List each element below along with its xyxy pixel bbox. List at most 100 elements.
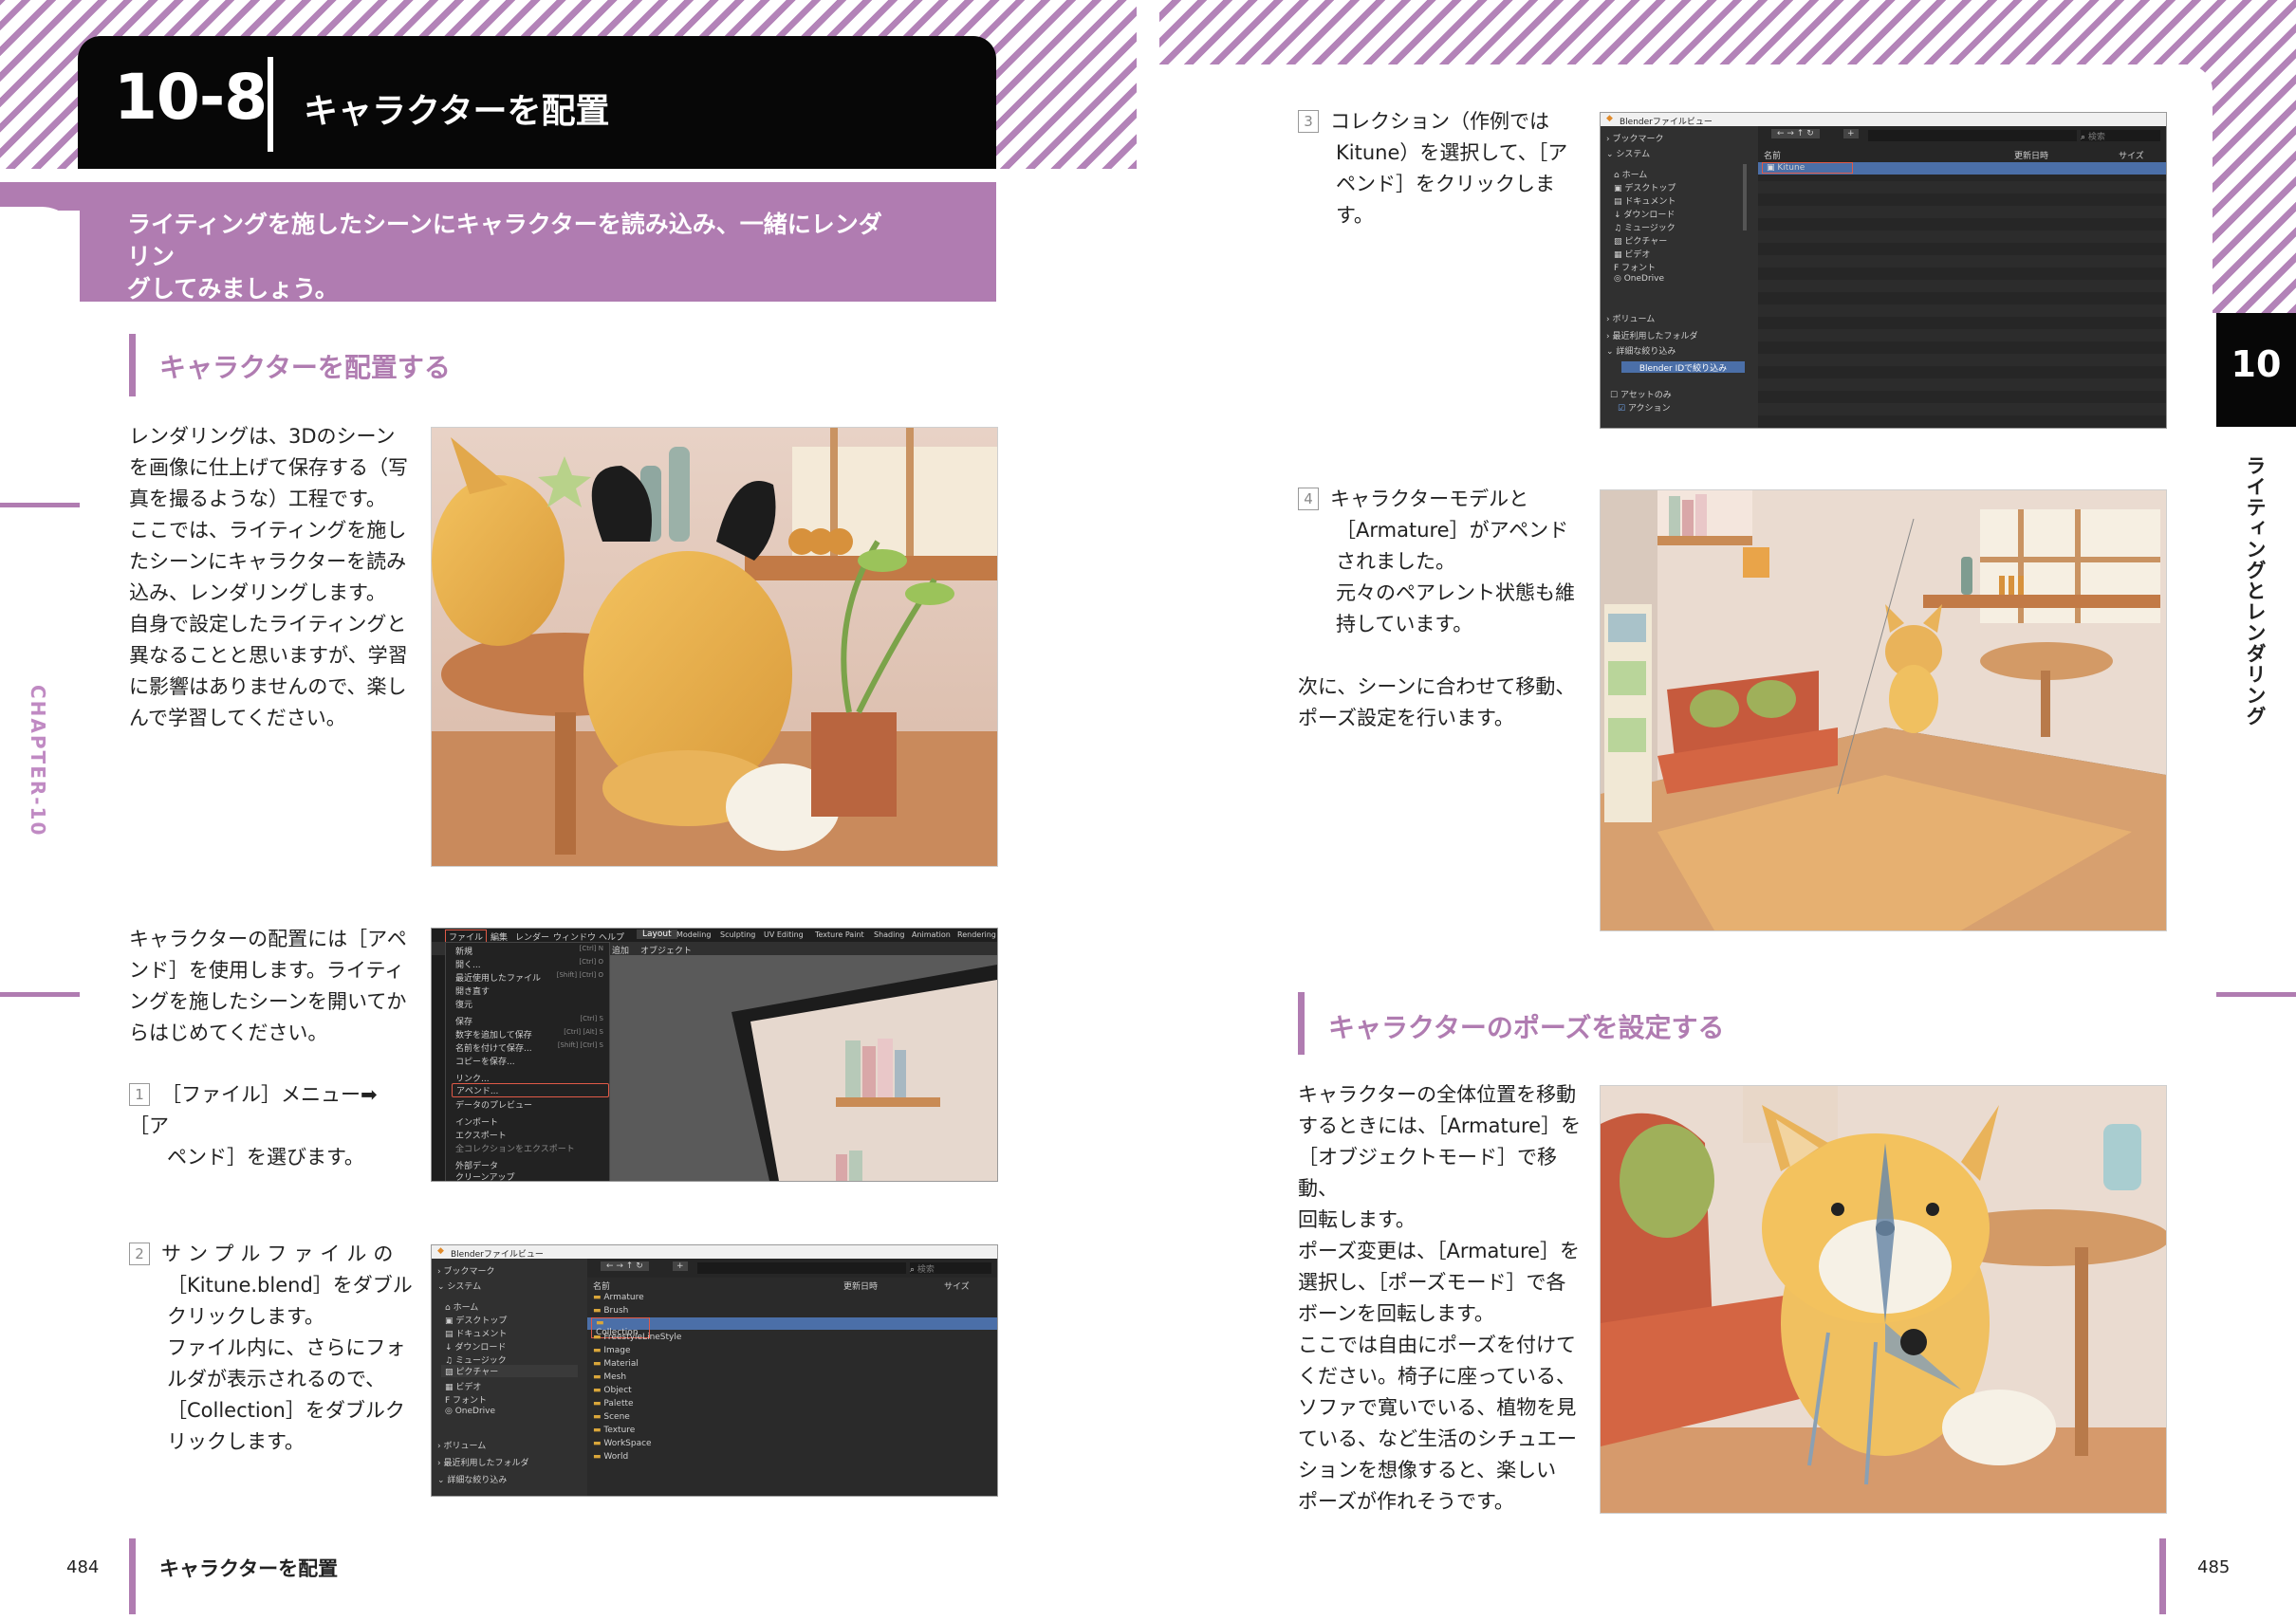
place-downloads[interactable]: ↓ ダウンロード (445, 1340, 506, 1353)
render-image-fox-back (431, 427, 998, 867)
menu-item-save[interactable]: 保存 [Ctrl] S (455, 1015, 607, 1027)
menu-item-save-as[interactable]: 名前を付けて保存... [Shift] [Ctrl] S (455, 1041, 607, 1054)
menu-item-revert[interactable]: 開き直す (455, 985, 607, 997)
lead-text: ライティングを施したシーンにキャラクターを読み込み、一緒にレンダリン グしてみまし… (127, 211, 882, 303)
menu-item-recover[interactable]: 復元 (455, 998, 607, 1010)
browser-sidebar: › ブックマーク ⌄ システム ⌂ ホーム ▣ デスクトップ ▤ ドキュメント … (432, 1259, 587, 1496)
search-icon: ⌕ (910, 1265, 917, 1275)
viewport-scene (731, 965, 997, 1181)
step-number: 4 (1298, 488, 1319, 510)
place-home[interactable]: ⌂ ホーム (445, 1300, 478, 1313)
place-desktop[interactable]: ▣ デスクトップ (1614, 181, 1676, 193)
footer-bar-right (2159, 1538, 2166, 1614)
file-menu-dropdown: 新規 [Ctrl] N 開く... [Ctrl] O 最近使用したファイル [Shif… (445, 942, 610, 1181)
menu-item-new[interactable]: 新規 [Ctrl] N (455, 945, 607, 957)
step-2: 2 サンプルファイルの ［Kitune.blend］をダブル クリックします。 フ… (129, 1239, 414, 1458)
title-divider (268, 57, 273, 152)
place-onedrive[interactable]: ◎ OneDrive (1614, 274, 1664, 284)
ws-rendering[interactable]: Rendering (957, 930, 996, 939)
menu-item-save-incremental[interactable]: 数字を追加して保存 [Ctrl] [Alt] S (455, 1028, 607, 1040)
append-intro-text: キャラクターの配置には［アペ ンド］を使用します。ライティ ングを施したシーンを開… (129, 928, 407, 1044)
place-music[interactable]: ♫ ミュージック (1614, 221, 1676, 233)
place-pictures[interactable]: ▨ ピクチャー (441, 1365, 578, 1377)
section-number: 10-8 (114, 61, 268, 134)
chapter-title: ライティングとレンダリング (2244, 455, 2267, 727)
search-field[interactable]: ⌕ 検索 (2081, 130, 2160, 142)
search-field[interactable]: ⌕ 検索 (910, 1262, 991, 1275)
folder-row[interactable]: ▬ Mesh (593, 1372, 626, 1382)
menu-item-open[interactable]: 開く... [Ctrl] O (455, 958, 607, 970)
section-title: キャラクターを配置 (304, 92, 610, 131)
right-heading: キャラクターのポーズを設定する (1328, 1012, 1725, 1043)
place-documents[interactable]: ▤ ドキュメント (445, 1327, 507, 1339)
collection-row-selected[interactable]: ▣ Kitune (1758, 162, 2166, 175)
browser-toolbar: ← → ↑ ↻ + ⌕ 検索 (587, 1259, 997, 1278)
side-line (0, 992, 80, 997)
place-pictures[interactable]: ▨ ピクチャー (1614, 234, 1667, 247)
place-fonts[interactable]: F フォント (1614, 261, 1656, 273)
filter-blender-id-button[interactable]: Blender IDで絞り込み (1621, 361, 1745, 374)
step-number: 1 (129, 1083, 150, 1106)
place-home[interactable]: ⌂ ホーム (1614, 168, 1647, 180)
folder-row[interactable]: ▬ World (593, 1452, 628, 1462)
render-image-pose (1600, 1085, 2167, 1514)
file-browser-screenshot-2: ◆ Blenderファイルビュー › ブックマーク ⌄ システム ⌂ ホーム ▣ … (1600, 112, 2167, 429)
ws-sculpting[interactable]: Sculpting (720, 930, 755, 939)
folder-row[interactable]: ▬ Palette (593, 1399, 634, 1408)
browser-sidebar: › ブックマーク ⌄ システム ⌂ ホーム ▣ デスクトップ ▤ ドキュメント … (1601, 126, 1758, 428)
place-desktop[interactable]: ▣ デスクトップ (445, 1314, 507, 1326)
folder-row[interactable]: ▬ FreestyleLineStyle (593, 1333, 681, 1342)
step-3: 3 コレクション（作例では Kitune）を選択して、［ア ペンド］をクリックしま… (1298, 106, 1583, 231)
side-line (0, 503, 80, 507)
folder-row[interactable]: ▬ Brush (593, 1306, 628, 1316)
step-number: 3 (1298, 110, 1319, 133)
page-number-left: 484 (66, 1557, 100, 1577)
ws-shading[interactable]: Shading (874, 930, 905, 939)
menu-item-save-copy[interactable]: コピーを保存... (455, 1055, 607, 1067)
ws-texture[interactable]: Texture Paint (815, 930, 864, 939)
menu-item-link[interactable]: リンク... (455, 1072, 607, 1084)
menu-item-append[interactable]: アペンド... (452, 1083, 609, 1097)
search-icon: ⌕ (2081, 133, 2088, 142)
menu-item-cleanup[interactable]: クリーンアップ (455, 1170, 607, 1181)
step-1: 1 ［ファイル］メニュー➡［ア ペンド］を選びます。 (129, 1083, 378, 1169)
ws-uv[interactable]: UV Editing (764, 930, 804, 939)
menu-item-recent[interactable]: 最近使用したファイル [Shift] [Ctrl] O (455, 971, 607, 984)
step-4: 4 キャラクターモデルと ［Armature］がアペンド されました。 元々のペア… (1298, 484, 1583, 640)
folder-row[interactable]: ▬ Texture (593, 1426, 635, 1435)
ws-modeling[interactable]: Modeling (676, 930, 711, 939)
place-videos[interactable]: ▦ ビデオ (1614, 248, 1650, 260)
place-onedrive[interactable]: ◎ OneDrive (445, 1407, 495, 1416)
ws-animation[interactable]: Animation (912, 930, 951, 939)
action-checkbox[interactable]: ☑ アクション (1618, 401, 1671, 414)
folder-row-selected[interactable]: ▬ Collection (587, 1317, 997, 1338)
side-line (2216, 992, 2296, 997)
path-field[interactable] (697, 1262, 906, 1274)
path-field[interactable] (1868, 130, 2077, 141)
asset-only-checkbox[interactable]: ☐ アセットのみ (1610, 388, 1672, 400)
place-downloads[interactable]: ↓ ダウンロード (1614, 208, 1675, 220)
step-number: 2 (129, 1243, 150, 1265)
place-fonts[interactable]: F フォント (445, 1393, 487, 1406)
folder-row[interactable]: ▬ Image (593, 1346, 631, 1355)
menu-item-export[interactable]: エクスポート (455, 1129, 607, 1141)
menu-item-import[interactable]: インポート (455, 1115, 607, 1128)
place-documents[interactable]: ▤ ドキュメント (1614, 194, 1676, 207)
folder-row[interactable]: ▬ WorkSpace (593, 1439, 652, 1448)
place-videos[interactable]: ▦ ビデオ (445, 1380, 481, 1392)
folder-row[interactable]: ▬ Scene (593, 1412, 630, 1422)
menu-item-export-all[interactable]: 全コレクションをエクスポート (455, 1142, 607, 1154)
sidebar-scrollbar[interactable] (1743, 164, 1747, 230)
menu-item-external[interactable]: 外部データ (455, 1159, 607, 1171)
menu-item-data-preview[interactable]: データのプレビュー (455, 1098, 607, 1111)
folder-row[interactable]: ▬ Material (593, 1359, 639, 1369)
menubar: ファイル 編集 レンダー ウィンドウ ヘルプ Layout Modeling S… (432, 929, 997, 944)
file-browser-screenshot-1: ◆ Blenderファイルビュー › ブックマーク ⌄ システム ⌂ ホーム ▣ … (431, 1244, 998, 1497)
footer-title: キャラクターを配置 (159, 1557, 339, 1580)
folder-row[interactable]: ▬ Armature (593, 1293, 644, 1302)
ws-layout[interactable]: Layout (637, 930, 677, 939)
page-number-right: 485 (2197, 1557, 2231, 1577)
browser-toolbar: ← → ↑ ↻ + ⌕ 検索 (1758, 126, 2166, 145)
folder-row[interactable]: ▬ Object (593, 1386, 632, 1395)
render-image-room (1600, 489, 2167, 931)
